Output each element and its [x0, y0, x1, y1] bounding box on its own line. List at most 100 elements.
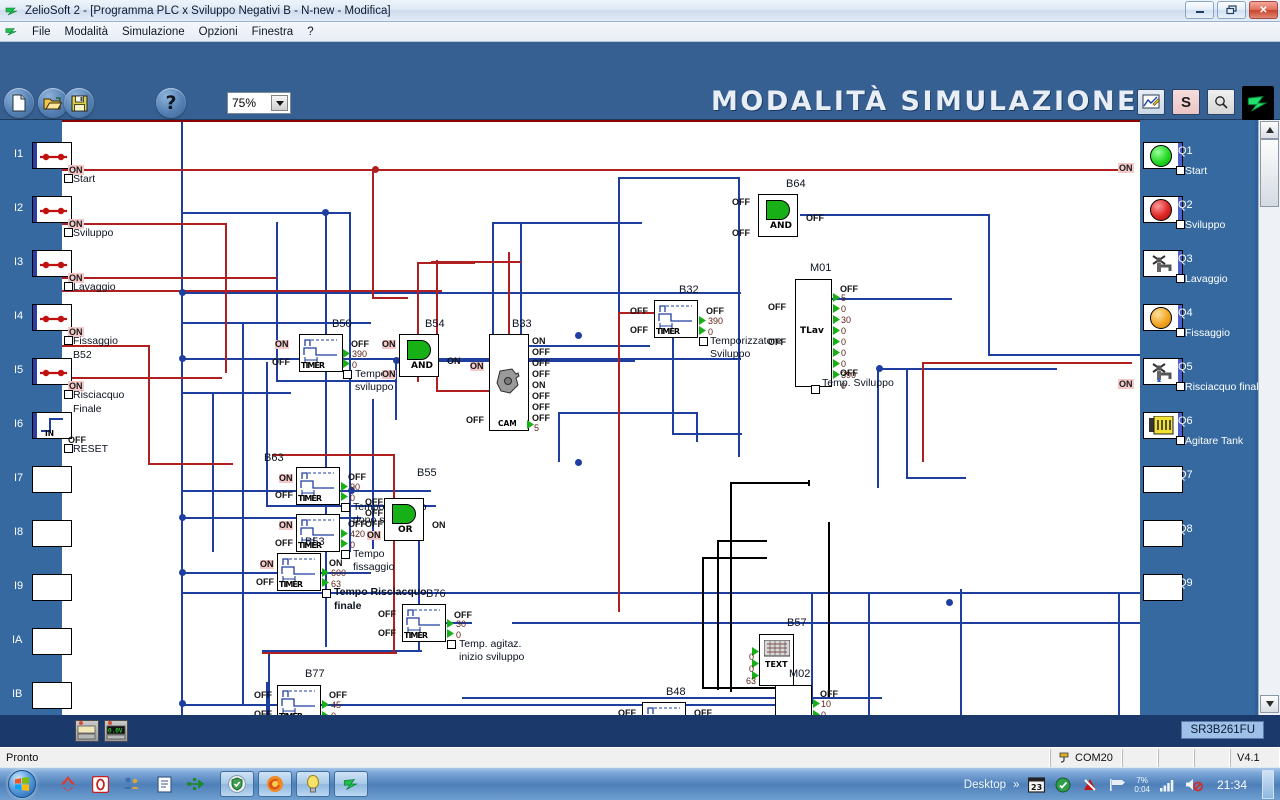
- lamp-orange-icon[interactable]: [1143, 304, 1183, 331]
- wire-red: [393, 454, 395, 654]
- kaspersky-icon[interactable]: [1080, 775, 1100, 795]
- block-b53[interactable]: TIMER: [277, 553, 321, 591]
- chart-monitor-icon[interactable]: [1137, 89, 1165, 115]
- calendar-23-icon[interactable]: 23: [1026, 775, 1046, 795]
- block-b63[interactable]: TIMER: [296, 467, 340, 505]
- supervision-button[interactable]: S: [1172, 89, 1200, 115]
- close-button[interactable]: ✕: [1249, 1, 1278, 19]
- analog-voltage-icon[interactable]: 0.0V: [104, 720, 128, 742]
- contact-closed-icon[interactable]: [32, 304, 72, 331]
- magnifier-icon[interactable]: [1207, 89, 1235, 115]
- document-icon[interactable]: [154, 774, 174, 794]
- users-icon[interactable]: [122, 774, 142, 794]
- input-checkbox-i2[interactable]: [64, 228, 73, 237]
- empty-slot-icon[interactable]: [1143, 574, 1183, 601]
- contact-closed-icon[interactable]: [32, 250, 72, 277]
- taskbar-button-shield[interactable]: [220, 771, 254, 797]
- checkbox-b50[interactable]: [343, 370, 352, 379]
- menu-item-opzioni[interactable]: Opzioni: [192, 25, 245, 39]
- battery-icon[interactable]: 7% 0:04: [1134, 776, 1150, 794]
- network-bars-icon[interactable]: [1157, 775, 1177, 795]
- block-m01[interactable]: TLav: [795, 279, 832, 387]
- empty-slot-icon[interactable]: [32, 466, 72, 493]
- menu-item-help[interactable]: ?: [300, 25, 320, 39]
- empty-slot-icon[interactable]: [1143, 466, 1183, 493]
- maximize-button[interactable]: [1217, 1, 1246, 19]
- menu-item-modalita[interactable]: Modalità: [58, 25, 115, 39]
- valve-water-icon[interactable]: [1143, 358, 1183, 385]
- ladder-canvas[interactable]: B50 TIMER ON OFF OFF 390 0 Tempo svilupp…: [0, 120, 1280, 715]
- taskbar-button-lightbulb[interactable]: [296, 771, 330, 797]
- output-checkbox-q5[interactable]: [1176, 382, 1185, 391]
- taskbar-clock[interactable]: 21:34: [1217, 778, 1247, 792]
- input-checkbox-i4[interactable]: [64, 336, 73, 345]
- usb-eject-icon[interactable]: [186, 774, 206, 794]
- empty-slot-icon[interactable]: [32, 682, 72, 709]
- block-b50[interactable]: TIMER: [299, 334, 343, 372]
- help-question-icon[interactable]: ?: [156, 88, 186, 118]
- show-desktop-button[interactable]: [1262, 770, 1274, 799]
- output-checkbox-q1[interactable]: [1176, 166, 1185, 175]
- empty-slot-icon[interactable]: [32, 520, 72, 547]
- block-b48[interactable]: [642, 702, 686, 715]
- menu-item-simulazione[interactable]: Simulazione: [115, 25, 192, 39]
- display-yellow-icon[interactable]: [1143, 412, 1183, 439]
- block-m02[interactable]: [775, 685, 812, 715]
- contact-closed-icon[interactable]: [32, 196, 72, 223]
- checkbox-m01[interactable]: [811, 385, 820, 394]
- tray-desktop-label[interactable]: Desktop: [964, 779, 1006, 791]
- checkbox-b63[interactable]: [341, 503, 350, 512]
- flag-icon[interactable]: [1107, 775, 1127, 795]
- contact-closed-icon[interactable]: [32, 142, 72, 169]
- input-checkbox-i6[interactable]: [64, 444, 73, 453]
- output-checkbox-q2[interactable]: [1176, 220, 1185, 229]
- empty-slot-icon[interactable]: [1143, 520, 1183, 547]
- zelio-brand-icon[interactable]: [1242, 86, 1274, 120]
- lamp-green-icon[interactable]: [1143, 142, 1183, 169]
- empty-slot-icon[interactable]: [32, 628, 72, 655]
- contact-closed-icon[interactable]: [32, 358, 72, 385]
- windows-start-orb-icon[interactable]: [2, 769, 42, 799]
- output-checkbox-q6[interactable]: [1176, 436, 1185, 445]
- block-b76[interactable]: TIMER: [402, 604, 446, 642]
- adobe-reader-icon[interactable]: [58, 774, 78, 794]
- checkbox-b53[interactable]: [322, 589, 331, 598]
- block-b54[interactable]: AND: [399, 334, 439, 377]
- input-checkbox-i3[interactable]: [64, 282, 73, 291]
- block-b77[interactable]: TIMER: [277, 685, 321, 715]
- block-b64[interactable]: AND: [758, 194, 798, 237]
- output-checkbox-q4[interactable]: [1176, 328, 1185, 337]
- rising-edge-icon[interactable]: IN: [32, 412, 72, 439]
- save-floppy-icon[interactable]: [64, 88, 94, 118]
- taskbar-button-zelio[interactable]: [334, 771, 368, 797]
- opera-o-icon[interactable]: [90, 774, 110, 794]
- new-document-icon[interactable]: [4, 88, 34, 118]
- chevron-down-icon[interactable]: [271, 95, 288, 111]
- checkbox-b32[interactable]: [699, 337, 708, 346]
- block-label-b54: B54: [425, 318, 445, 330]
- module-icon[interactable]: [75, 720, 99, 742]
- pin-b55-in-0: OFF: [365, 498, 383, 507]
- taskbar-button-firefox[interactable]: [258, 771, 292, 797]
- block-b33[interactable]: CAM: [489, 334, 529, 431]
- menu-item-finestra[interactable]: Finestra: [245, 25, 301, 39]
- canvas-scrollbar[interactable]: [1258, 120, 1280, 715]
- tray-overflow-icon[interactable]: »: [1013, 779, 1019, 791]
- checkbox-b76[interactable]: [447, 640, 456, 649]
- scrollbar-thumb[interactable]: [1260, 139, 1279, 207]
- block-b32[interactable]: TIMER: [654, 300, 698, 338]
- minimize-button[interactable]: [1185, 1, 1214, 19]
- scroll-up-button[interactable]: [1260, 121, 1279, 139]
- lamp-red-icon[interactable]: [1143, 196, 1183, 223]
- block-b55[interactable]: OR: [384, 498, 424, 541]
- scroll-down-button[interactable]: [1260, 695, 1279, 713]
- input-checkbox-i1[interactable]: [64, 174, 73, 183]
- input-checkbox-i5[interactable]: [64, 390, 73, 399]
- valve-grey-icon[interactable]: [1143, 250, 1183, 277]
- menu-item-file[interactable]: File: [25, 25, 58, 39]
- green-shield-icon[interactable]: [1053, 775, 1073, 795]
- volume-muted-icon[interactable]: [1184, 775, 1204, 795]
- output-checkbox-q3[interactable]: [1176, 274, 1185, 283]
- empty-slot-icon[interactable]: [32, 574, 72, 601]
- zoom-combobox[interactable]: 75%: [227, 92, 291, 114]
